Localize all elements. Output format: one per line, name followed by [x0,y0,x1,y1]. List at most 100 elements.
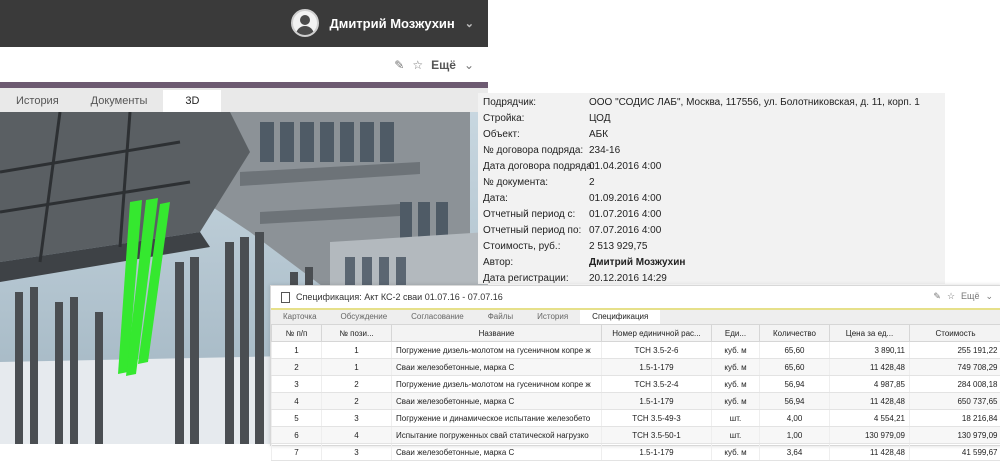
column-header[interactable]: Еди... [712,325,760,342]
avatar[interactable] [291,9,319,37]
specification-header: Спецификация: Акт КС-2 сваи 01.07.16 - 0… [271,286,1000,308]
table-cell: 3 [272,376,322,393]
chevron-down-icon[interactable]: ⌄ [465,17,474,30]
chevron-down-icon[interactable]: ⌄ [464,58,474,72]
table-row[interactable]: 73Сваи железобетонные, марка С1.5-1-179к… [272,444,1000,461]
tab-history[interactable]: История [0,90,75,112]
table-cell: ТСН 3.5-50-1 [602,427,712,444]
table-cell: куб. м [712,393,760,410]
column-header[interactable]: Количество [760,325,830,342]
info-label: Дата регистрации: [483,273,569,284]
table-cell: ТСН 3.5-2-6 [602,342,712,359]
table-cell: Испытание погруженных свай статической н… [392,427,602,444]
info-row: № документа:2 [483,177,943,193]
user-name[interactable]: Дмитрий Мозжухин [329,16,454,31]
table-cell: 749 708,29 [910,359,1000,376]
tab-card[interactable]: Карточка [271,310,329,324]
info-row: № договора подряда:234-16 [483,145,943,161]
info-label: Автор: [483,257,513,268]
edit-icon[interactable]: ✎ [394,58,404,72]
table-row[interactable]: 42Сваи железобетонные, марка С1.5-1-179к… [272,393,1000,410]
table-cell: шт. [712,410,760,427]
specification-table: № п/п № пози... Название Номер единичной… [271,324,1000,461]
table-cell: 6 [272,427,322,444]
table-row[interactable]: 53Погружение и динамическое испытание же… [272,410,1000,427]
info-label: № договора подряда: [483,145,583,156]
specification-title: Спецификация: Акт КС-2 сваи 01.07.16 - 0… [296,292,503,302]
table-cell: куб. м [712,359,760,376]
table-cell: 2 [322,393,392,410]
more-button[interactable]: Ещё [431,58,456,72]
edit-icon[interactable]: ✎ [933,291,941,302]
table-cell: Погружение дизель-молотом на гусеничном … [392,376,602,393]
info-row: Отчетный период с: 01.07.2016 4:00 [483,209,943,225]
table-cell: ТСН 3.5-49-3 [602,410,712,427]
column-header[interactable]: № п/п [272,325,322,342]
info-row: Объект: АБК [483,129,943,145]
info-row: Стоимость, руб.: 2 513 929,75 [483,241,943,257]
table-cell: 18 216,84 [910,410,1000,427]
table-cell: 4,00 [760,410,830,427]
star-icon[interactable]: ☆ [412,58,423,72]
specification-window: Спецификация: Акт КС-2 сваи 01.07.16 - 0… [270,285,1000,446]
info-label: Стоимость, руб.: [483,241,560,252]
table-cell: 11 428,48 [830,393,910,410]
info-label: Дата: [483,193,508,204]
tab-3d[interactable]: 3D [163,90,221,112]
table-cell: 2 [322,376,392,393]
table-cell: 7 [272,444,322,461]
tab-files[interactable]: Файлы [476,310,525,324]
table-cell: 1 [322,342,392,359]
table-cell: 11 428,48 [830,359,910,376]
author-link[interactable]: Дмитрий Мозжухин [589,257,685,268]
info-label: Подрядчик: [483,97,536,108]
info-row: Дата договора подряда:01.04.2016 4:00 [483,161,943,177]
table-cell: 11 428,48 [830,444,910,461]
info-label: Дата договора подряда: [483,161,595,172]
table-cell: 3,64 [760,444,830,461]
table-cell: Сваи железобетонные, марка С [392,444,602,461]
table-cell: 1.5-1-179 [602,359,712,376]
table-cell: Сваи железобетонные, марка С [392,359,602,376]
table-cell: 255 191,22 [910,342,1000,359]
table-row[interactable]: 64Испытание погруженных свай статической… [272,427,1000,444]
column-header[interactable]: Стоимость [910,325,1000,342]
table-row[interactable]: 32Погружение дизель-молотом на гусенично… [272,376,1000,393]
table-cell: 65,60 [760,359,830,376]
chevron-down-icon[interactable]: ⌄ [985,291,993,302]
table-cell: 1 [322,359,392,376]
tab-approval[interactable]: Согласование [399,310,476,324]
column-header[interactable]: Цена за ед... [830,325,910,342]
tab-discussion[interactable]: Обсуждение [329,310,400,324]
table-cell: 4 [322,427,392,444]
info-label: Отчетный период с: [483,209,575,220]
column-header[interactable]: Название [392,325,602,342]
tab-history[interactable]: История [525,310,580,324]
info-value: АБК [589,129,608,140]
info-row: Дата:01.09.2016 4:00 [483,193,943,209]
table-cell: ТСН 3.5-2-4 [602,376,712,393]
column-header[interactable]: № пози... [322,325,392,342]
tab-documents[interactable]: Документы [75,90,164,112]
table-row[interactable]: 21Сваи железобетонные, марка С1.5-1-179к… [272,359,1000,376]
column-header[interactable]: Номер единичной рас... [602,325,712,342]
table-cell: 4 554,21 [830,410,910,427]
info-label: Объект: [483,129,520,140]
info-value: 01.07.2016 4:00 [589,209,661,220]
user-menu[interactable]: Дмитрий Мозжухин ⌄ [291,9,474,37]
info-value: 2 513 929,75 [589,241,647,252]
document-tabs: История Документы 3D [0,88,488,113]
table-cell: 4 987,85 [830,376,910,393]
tab-specification[interactable]: Спецификация [580,310,660,324]
table-cell: 650 737,65 [910,393,1000,410]
document-icon [281,292,290,303]
more-button[interactable]: Ещё [961,291,979,302]
table-row[interactable]: 11Погружение дизель-молотом на гусенично… [272,342,1000,359]
table-cell: 4 [272,393,322,410]
table-cell: 3 890,11 [830,342,910,359]
specification-tabs: Карточка Обсуждение Согласование Файлы И… [271,310,1000,324]
star-icon[interactable]: ☆ [947,291,955,302]
table-cell: 3 [322,444,392,461]
table-cell: 65,60 [760,342,830,359]
info-label: № документа: [483,177,548,188]
